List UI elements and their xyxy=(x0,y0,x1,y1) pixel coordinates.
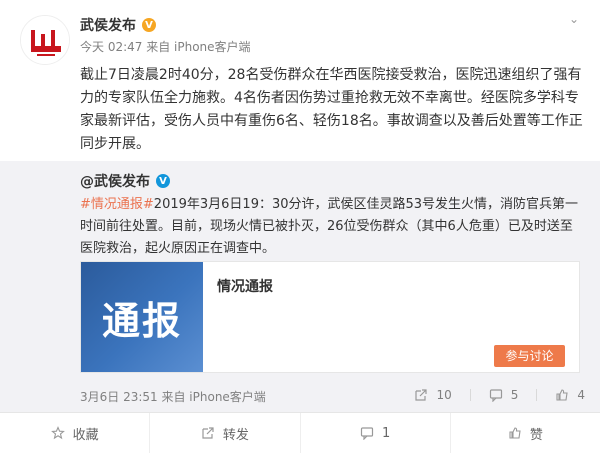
comment-icon xyxy=(489,389,502,402)
post-author-name[interactable]: 武侯发布 xyxy=(80,15,136,35)
retweet-repost-count[interactable]: 10 xyxy=(414,388,452,402)
retweet-like-count[interactable]: 4 xyxy=(555,388,585,402)
comment-icon xyxy=(360,427,374,440)
card-thumbnail[interactable]: 通报 xyxy=(81,262,203,372)
repost-label: 转发 xyxy=(222,427,249,443)
like-count-value: 4 xyxy=(577,388,585,402)
weibo-post: 武侯发布 V 今天 02:47 来自 iPhone客户端 ⌄ 截止7日凌晨2时4… xyxy=(0,0,600,453)
retweet-comment-count[interactable]: 5 xyxy=(489,388,519,402)
retweet-text: #情况通报#2019年3月6日19：30分许，武侯区佳灵路53号发生火情，消防官… xyxy=(80,194,585,260)
post-meta: 今天 02:47 来自 iPhone客户端 xyxy=(80,40,251,54)
verified-icon: V xyxy=(156,174,170,188)
star-icon xyxy=(50,426,65,440)
like-label: 赞 xyxy=(529,427,543,443)
comment-label: 1 xyxy=(381,425,391,441)
share-icon xyxy=(415,389,428,401)
divider xyxy=(469,389,471,401)
verified-icon: V xyxy=(142,18,156,32)
avatar[interactable] xyxy=(20,15,70,65)
chevron-down-icon[interactable]: ⌄ xyxy=(565,12,583,30)
repost-button[interactable]: 转发 xyxy=(150,413,301,453)
divider xyxy=(536,389,538,401)
share-icon xyxy=(202,427,214,439)
collect-button[interactable]: 收藏 xyxy=(0,413,151,453)
post-author[interactable]: 武侯发布 V xyxy=(80,15,156,35)
wuhou-logo-icon xyxy=(21,16,69,64)
retweet-footer: 3月6日 23:51 来自 iPhone客户端 10 5 4 xyxy=(80,388,585,406)
repost-count-value: 10 xyxy=(436,388,452,402)
card-thumbnail-text: 通报 xyxy=(101,298,182,343)
retweet-author[interactable]: @武侯发布 V xyxy=(80,171,170,191)
join-discussion-button[interactable]: 参与讨论 xyxy=(494,345,565,367)
card-title[interactable]: 情况通报 xyxy=(217,276,273,296)
like-button[interactable]: 赞 xyxy=(451,413,600,453)
retweet-body: 2019年3月6日19：30分许，武侯区佳灵路53号发生火情，消防官兵第一时间前… xyxy=(80,197,579,256)
hashtag-link[interactable]: #情况通报# xyxy=(80,197,154,212)
comment-button[interactable]: 1 xyxy=(301,413,451,453)
collect-label: 收藏 xyxy=(72,427,99,443)
post-actions: 收藏 转发 1 赞 xyxy=(0,412,600,453)
thumbs-up-icon xyxy=(556,389,568,401)
comment-count-value: 5 xyxy=(510,388,519,402)
retweet-time[interactable]: 3月6日 23:51 来自 iPhone客户端 xyxy=(80,388,266,405)
post-text: 截止7日凌晨2时40分，28名受伤群众在华西医院接受救治，医院迅速组织了强有力的… xyxy=(80,67,583,152)
link-card[interactable]: 通报 情况通报 参与讨论 xyxy=(80,261,580,373)
retweet-box: @武侯发布 V #情况通报#2019年3月6日19：30分许，武侯区佳灵路53号… xyxy=(0,161,600,412)
retweet-stats: 10 5 4 xyxy=(414,388,585,402)
retweet-author-name[interactable]: @武侯发布 xyxy=(80,171,150,191)
thumbs-up-icon xyxy=(509,427,521,439)
